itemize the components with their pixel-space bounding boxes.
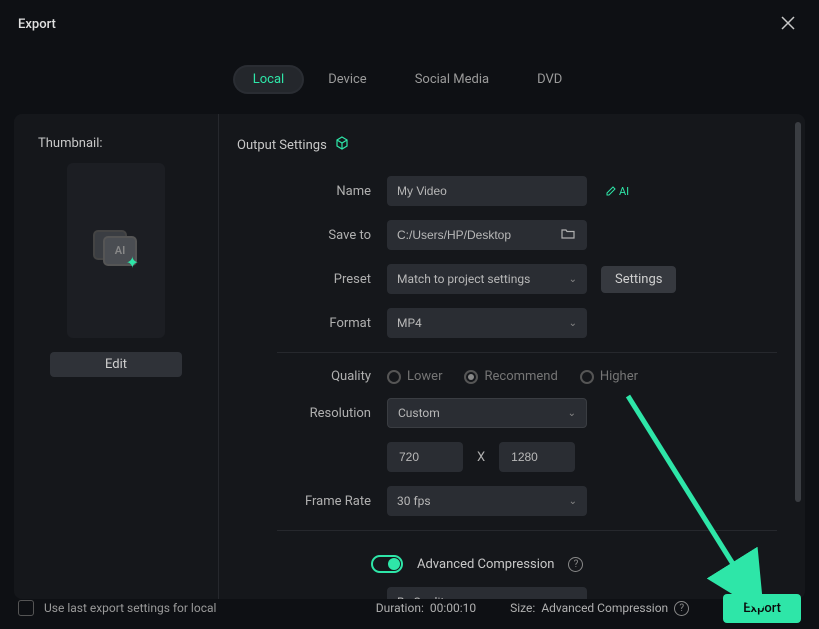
ai-name-button[interactable]: AI — [605, 185, 629, 198]
advanced-compression-toggle[interactable] — [371, 555, 403, 573]
advanced-compression-label: Advanced Compression — [417, 557, 554, 572]
resolution-height-input[interactable] — [499, 442, 575, 472]
preset-label: Preset — [237, 272, 387, 287]
format-select[interactable]: MP4 ⌄ — [387, 308, 587, 338]
resolution-separator: X — [477, 450, 485, 465]
export-button[interactable]: Export — [723, 594, 801, 623]
saveto-label: Save to — [237, 228, 387, 243]
output-settings-header: Output Settings — [237, 136, 777, 154]
resolution-width-input[interactable] — [387, 442, 463, 472]
preset-select[interactable]: Match to project settings ⌄ — [387, 264, 587, 294]
edit-thumbnail-button[interactable]: Edit — [50, 352, 182, 377]
chevron-down-icon: ⌄ — [569, 274, 577, 285]
preset-settings-button[interactable]: Settings — [601, 266, 676, 293]
name-label: Name — [237, 184, 387, 199]
use-last-settings-checkbox[interactable] — [18, 600, 34, 616]
close-icon — [781, 16, 795, 30]
use-last-settings-label: Use last export settings for local — [44, 601, 216, 615]
framerate-select[interactable]: 30 fps ⌄ — [387, 486, 587, 516]
thumbnail-label: Thumbnail: — [38, 136, 194, 151]
scrollbar[interactable] — [795, 122, 801, 502]
compression-help-button[interactable]: ? — [568, 557, 583, 572]
thumbnail-preview[interactable]: ✦ — [67, 163, 165, 338]
quality-higher-radio[interactable]: Higher — [580, 369, 638, 384]
format-label: Format — [237, 316, 387, 331]
quality-label: Quality — [237, 369, 387, 384]
size-info: Size: Advanced Compression ? — [510, 601, 689, 616]
size-help-button[interactable]: ? — [674, 601, 689, 616]
quality-lower-radio[interactable]: Lower — [387, 369, 442, 384]
quality-recommend-radio[interactable]: Recommend — [464, 369, 557, 384]
framerate-label: Frame Rate — [237, 494, 387, 509]
ai-cards-icon: ✦ — [91, 226, 141, 276]
dialog-title: Export — [18, 17, 56, 32]
tab-local[interactable]: Local — [235, 67, 302, 92]
chevron-down-icon: ⌄ — [569, 318, 577, 329]
folder-icon — [561, 228, 575, 240]
name-input[interactable] — [387, 176, 587, 206]
chevron-down-icon: ⌄ — [568, 408, 576, 419]
close-button[interactable] — [775, 12, 801, 37]
tab-device[interactable]: Device — [304, 65, 391, 94]
saveto-input[interactable] — [387, 220, 587, 250]
tab-dvd[interactable]: DVD — [513, 65, 586, 94]
pencil-icon — [605, 185, 617, 197]
cube-icon — [335, 136, 349, 154]
export-tabs: Local Device Social Media DVD — [0, 45, 819, 94]
chevron-down-icon: ⌄ — [569, 496, 577, 507]
resolution-label: Resolution — [237, 406, 387, 421]
resolution-select[interactable]: Custom ⌄ — [387, 398, 587, 428]
duration-info: Duration: 00:00:10 — [376, 601, 476, 615]
browse-folder-button[interactable] — [561, 228, 575, 243]
tab-social-media[interactable]: Social Media — [391, 65, 513, 94]
